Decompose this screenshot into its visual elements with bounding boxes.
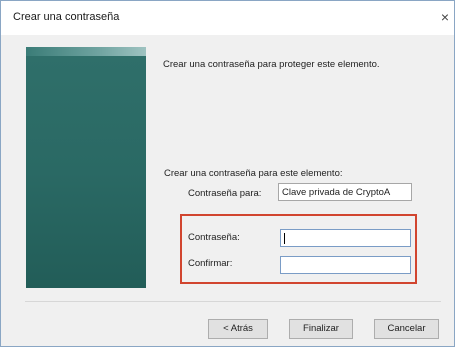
password-for-label: Contraseña para: xyxy=(188,188,262,199)
password-input[interactable] xyxy=(280,229,411,247)
password-for-value: Clave privada de CryptoA xyxy=(278,183,412,201)
finish-button[interactable]: Finalizar xyxy=(289,319,353,339)
title-bar: Crear una contraseña × xyxy=(1,1,454,35)
password-instruction: Crear una contraseña para este elemento: xyxy=(164,168,343,179)
close-icon[interactable]: × xyxy=(437,9,453,25)
confirm-label: Confirmar: xyxy=(188,258,233,269)
confirm-password-input[interactable] xyxy=(280,256,411,274)
back-button[interactable]: < Atrás xyxy=(208,319,268,339)
password-fields-highlight: Contraseña: Confirmar: xyxy=(180,214,417,284)
dialog-heading: Crear una contraseña para proteger este … xyxy=(163,59,380,70)
text-caret xyxy=(284,233,285,244)
wizard-banner-image xyxy=(26,56,146,288)
cancel-button[interactable]: Cancelar xyxy=(374,319,439,339)
dialog-title: Crear una contraseña xyxy=(13,11,120,23)
dialog-window: Crear una contraseña × Crear una contras… xyxy=(0,0,455,347)
password-label: Contraseña: xyxy=(188,232,240,243)
footer-divider xyxy=(25,301,441,302)
